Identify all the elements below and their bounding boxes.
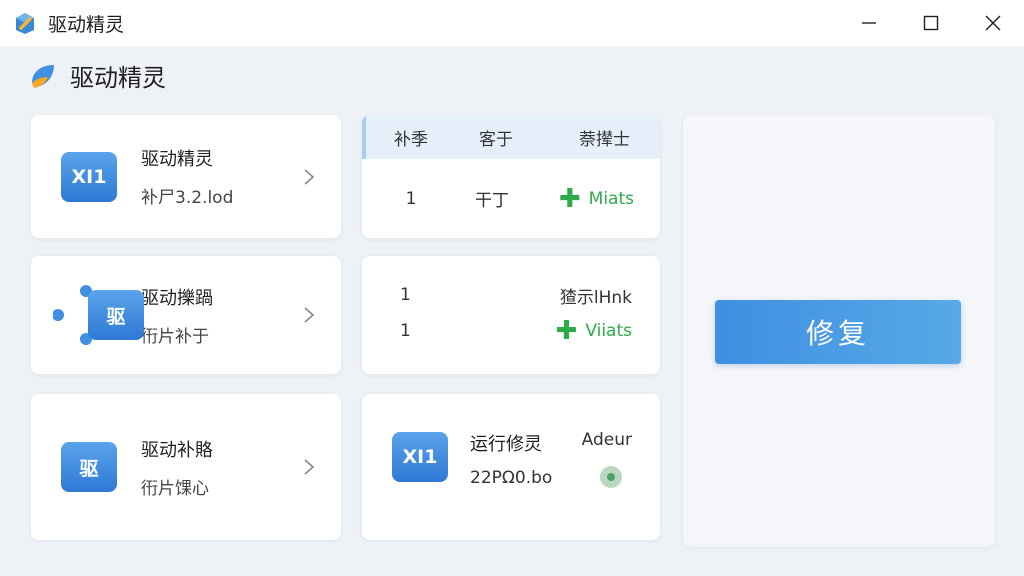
- table-header: 补季 客于 萘撵士: [362, 115, 660, 159]
- status-card[interactable]: XI1 运行修灵 22PΩ0.bo Adeur: [362, 394, 660, 540]
- brand-header: 驱动精灵: [26, 58, 166, 93]
- action-panel: 修复: [683, 115, 995, 547]
- column-header: 萘撵士: [579, 129, 630, 150]
- card-subtitle: 衎片补于: [141, 326, 209, 347]
- status-dot-icon: [600, 466, 622, 488]
- list-item-number: 1: [400, 285, 411, 305]
- driver-list: 1 猹示lHnk 1 ✚ Viiats: [362, 256, 660, 374]
- list-item[interactable]: 1 ✚ Viiats: [362, 316, 660, 346]
- driver-card-2[interactable]: 驱 驱动擽踻 衎片补于: [31, 256, 341, 374]
- square-tile-icon: XI1: [392, 432, 448, 482]
- driver-card-3[interactable]: 驱 驱动补賂 衎片馃心: [31, 394, 341, 540]
- table-row[interactable]: 1 干丁 ✚ Miats: [362, 159, 660, 238]
- chevron-right-icon: [304, 168, 315, 185]
- repair-button[interactable]: 修复: [715, 300, 961, 364]
- puzzle-tile-icon: 驱: [53, 285, 144, 345]
- status-label: Adeur: [581, 430, 632, 450]
- window-controls: [838, 0, 1024, 46]
- plus-icon: ✚: [555, 316, 578, 346]
- tile-text: 驱: [106, 305, 126, 328]
- chevron-right-icon: [304, 307, 315, 323]
- square-tile-icon: 驱: [61, 442, 117, 492]
- maximize-button[interactable]: [900, 0, 962, 46]
- tile-text: XI1: [402, 446, 438, 468]
- plus-icon: ✚: [558, 183, 581, 214]
- tile-text: 驱: [79, 457, 99, 480]
- minimize-icon: [862, 22, 876, 24]
- maximize-icon: [923, 15, 939, 31]
- driver-table: 补季 客于 萘撵士 1 干丁 ✚ Miats: [362, 115, 660, 238]
- status-subtitle: 22PΩ0.bo: [470, 468, 553, 488]
- window-title: 驱动精灵: [48, 13, 125, 36]
- title-bar: 驱动精灵: [0, 0, 1024, 46]
- table-cell: 1: [405, 188, 417, 209]
- square-tile-icon: XI1: [61, 151, 117, 202]
- card-title: 驱动擽踻: [141, 287, 213, 309]
- card-subtitle: 衎片馃心: [141, 478, 209, 499]
- card-title: 驱动补賂: [141, 439, 213, 461]
- list-item[interactable]: 1 猹示lHnk: [362, 280, 660, 310]
- column-header: 补季: [394, 129, 428, 150]
- card-subtitle: 补尸3.2.lod: [141, 188, 234, 208]
- card-title: 驱动精灵: [141, 149, 213, 170]
- list-item-number: 1: [400, 321, 411, 341]
- list-item-value: Viiats: [585, 321, 632, 341]
- tile-text: XI1: [71, 165, 107, 188]
- chevron-right-icon: [304, 459, 315, 475]
- brand-title: 驱动精灵: [70, 64, 166, 92]
- brand-logo-icon: [32, 64, 54, 88]
- close-icon: [985, 15, 1001, 31]
- table-cell: 干丁: [475, 191, 509, 211]
- driver-card-1[interactable]: XI1 驱动精灵 补尸3.2.lod: [31, 115, 341, 238]
- app-logo-icon: [16, 13, 34, 34]
- minimize-button[interactable]: [838, 0, 900, 46]
- close-button[interactable]: [962, 0, 1024, 46]
- status-title: 运行修灵: [470, 434, 542, 455]
- table-cell-value: Miats: [588, 188, 634, 209]
- column-header: 客于: [479, 129, 513, 150]
- table-cell: ✚ Miats: [532, 186, 660, 212]
- list-item-value: 猹示lHnk: [559, 287, 632, 308]
